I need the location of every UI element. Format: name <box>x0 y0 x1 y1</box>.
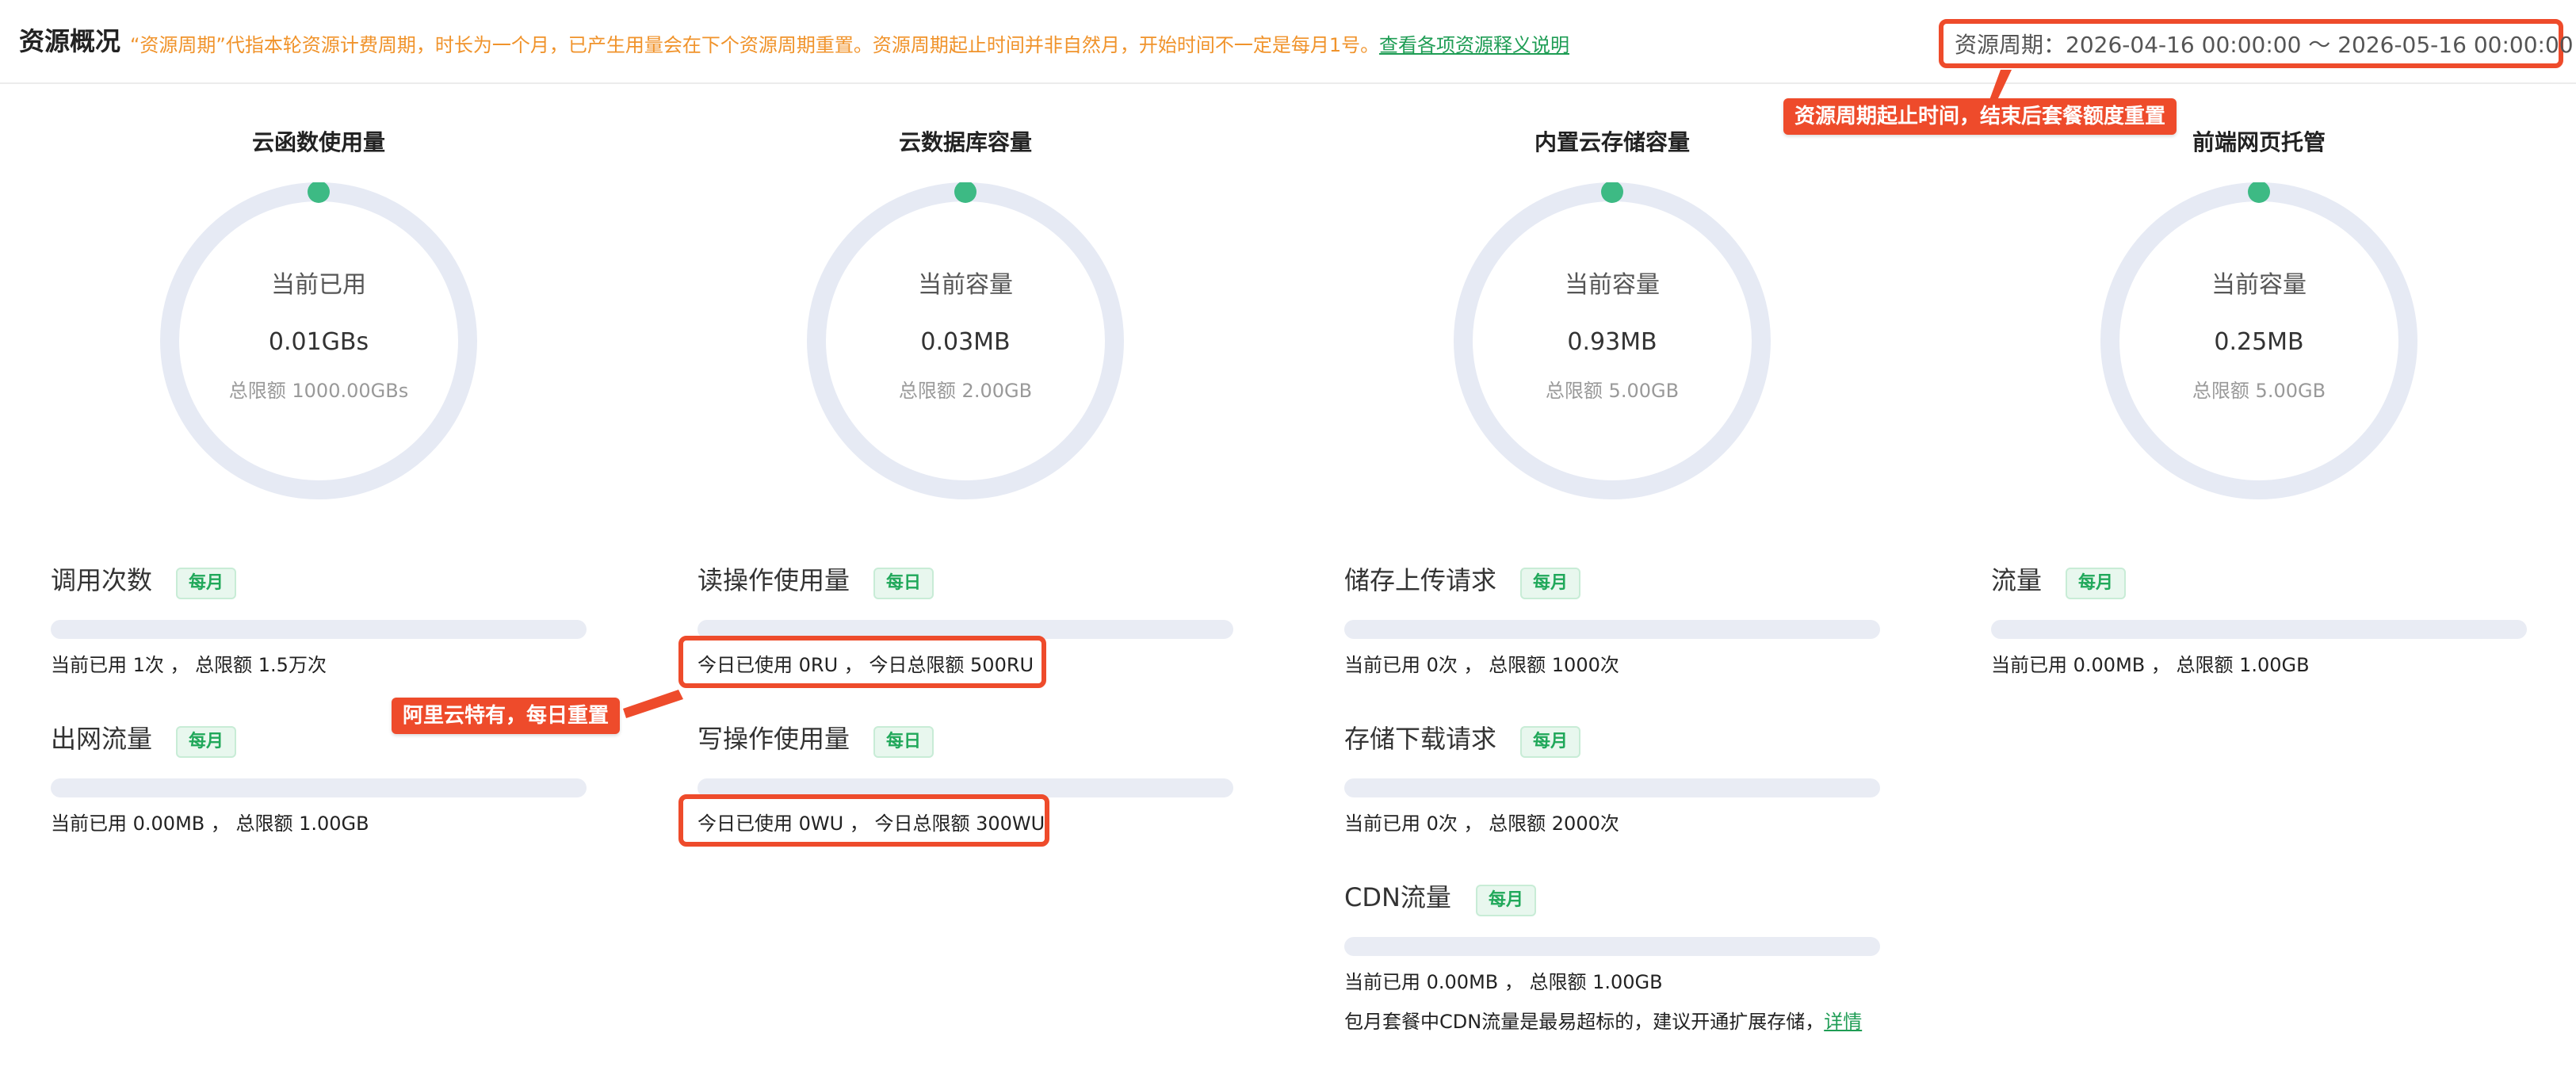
page-title: 资源概况 <box>19 26 121 56</box>
aliyun-callout-arrow <box>623 690 683 718</box>
metric-outbound-traffic: 出网流量 每月 当前已用 0.00MB ， 总限额 1.00GB <box>51 723 590 835</box>
usage-text: 当前已用 0.00MB ， 总限额 1.00GB <box>1344 971 1663 993</box>
usage-text: 当前已用 0次 ， 总限额 1000次 <box>1344 654 1619 676</box>
gauge-limit: 总限额 5.00GB <box>2192 380 2326 402</box>
usage-bar <box>1344 620 1880 639</box>
metric-name: 出网流量 <box>51 724 153 754</box>
period-badge: 每月 <box>1476 885 1537 916</box>
gauge-value: 0.93MB <box>1567 328 1657 356</box>
period-badge: 每月 <box>176 726 237 758</box>
gauge-label: 当前容量 <box>918 271 1013 299</box>
period-badge: 每日 <box>873 568 934 599</box>
metric-storage-download: 存储下载请求 每月 当前已用 0次 ， 总限额 2000次 <box>1344 723 1883 835</box>
metric-cdn-traffic: CDN流量 每月 当前已用 0.00MB ， 总限额 1.00GB <box>1344 881 1883 993</box>
gauge-cloud-storage: 内置云存储容量 当前容量 0.93MB 总限额 5.00GB <box>1414 127 1810 507</box>
aliyun-callout: 阿里云特有，每日重置 <box>392 698 621 734</box>
metric-invocations: 调用次数 每月 当前已用 1次 ， 总限额 1.5万次 <box>51 564 590 676</box>
write-usage-highlight <box>678 794 1049 847</box>
resource-definition-link[interactable]: 查看各项资源释义说明 <box>1379 33 1569 57</box>
usage-bar <box>51 620 587 639</box>
resource-period: 资源周期：2026-04-16 00:00:00 ～ 2026-05-16 00… <box>1955 32 2574 59</box>
gauge-value: 0.25MB <box>2214 328 2304 356</box>
resource-period-note: “资源周期”代指本轮资源计费周期，时长为一个月，已产生用量会在下个资源周期重置。… <box>130 34 1380 56</box>
gauge-web-hosting: 前端网页托管 当前容量 0.25MB 总限额 5.00GB <box>2061 127 2457 507</box>
gauge-label: 当前已用 <box>271 271 366 299</box>
gauge-value: 0.03MB <box>920 328 1011 356</box>
metric-name: CDN流量 <box>1344 882 1451 912</box>
period-badge: 每月 <box>2066 568 2127 599</box>
gauge-limit: 总限额 2.00GB <box>898 380 1033 402</box>
metric-name: 读操作使用量 <box>698 565 850 595</box>
gauge-limit: 总限额 5.00GB <box>1545 380 1680 402</box>
metric-name: 写操作使用量 <box>698 724 850 754</box>
period-badge: 每月 <box>176 568 237 599</box>
metric-storage-upload: 储存上传请求 每月 当前已用 0次 ， 总限额 1000次 <box>1344 564 1883 676</box>
read-usage-highlight <box>678 636 1046 688</box>
gauge-cloud-function: 云函数使用量 当前已用 0.01GBs 总限额 1000.00GBs <box>120 127 517 507</box>
metric-name: 存储下载请求 <box>1344 724 1497 754</box>
metric-hosting-traffic: 流量 每月 当前已用 0.00MB ， 总限额 1.00GB <box>1991 564 2530 676</box>
usage-text: 当前已用 1次 ， 总限额 1.5万次 <box>51 654 327 676</box>
cdn-tip-text: 包月套餐中CDN流量是最易超标的，建议开通扩展存储， <box>1344 1011 1825 1033</box>
cdn-details-link[interactable]: 详情 <box>1824 1011 1862 1033</box>
usage-text: 当前已用 0次 ， 总限额 2000次 <box>1344 813 1619 835</box>
cdn-tip: 包月套餐中CDN流量是最易超标的，建议开通扩展存储，详情 <box>1344 1010 1862 1034</box>
usage-bar <box>1344 937 1880 956</box>
gauge-value: 0.01GBs <box>268 328 369 356</box>
gauge-title: 云数据库容量 <box>898 129 1032 155</box>
period-badge: 每日 <box>873 726 934 758</box>
metric-name: 调用次数 <box>51 565 153 595</box>
metric-name: 储存上传请求 <box>1344 565 1497 595</box>
gauge-limit: 总限额 1000.00GBs <box>228 380 409 402</box>
period-label: 资源周期： <box>1955 32 2066 58</box>
gauge-cloud-database: 云数据库容量 当前容量 0.03MB 总限额 2.00GB <box>767 127 1164 507</box>
usage-bar <box>1991 620 2527 639</box>
gauge-title: 内置云存储容量 <box>1534 129 1690 155</box>
period-badge: 每月 <box>1520 568 1581 599</box>
period-range: 2026-04-16 00:00:00 ～ 2026-05-16 00:00:0… <box>2066 32 2574 58</box>
gauge-title: 云函数使用量 <box>251 129 385 155</box>
usage-bar <box>51 778 587 797</box>
period-callout: 资源周期起止时间，结束后套餐额度重置 <box>1783 98 2177 135</box>
metric-name: 流量 <box>1991 565 2043 595</box>
usage-text: 当前已用 0.00MB ， 总限额 1.00GB <box>1991 654 2310 676</box>
gauge-label: 当前容量 <box>1565 271 1660 299</box>
usage-bar <box>1344 778 1880 797</box>
usage-text: 当前已用 0.00MB ， 总限额 1.00GB <box>51 813 369 835</box>
period-badge: 每月 <box>1520 726 1581 758</box>
gauge-label: 当前容量 <box>2211 271 2307 299</box>
